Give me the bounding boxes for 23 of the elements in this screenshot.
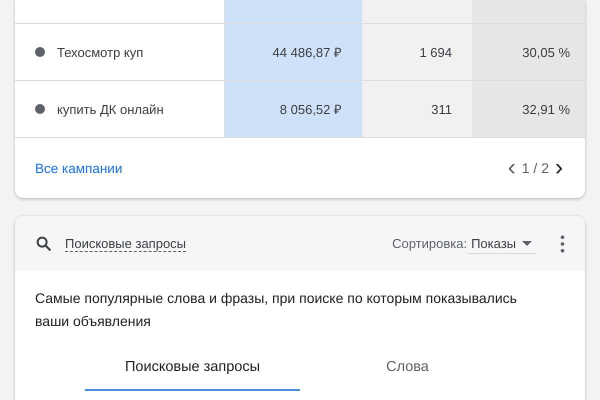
caret-icon — [522, 240, 532, 246]
page-indicator: 1 / 2 — [522, 160, 549, 176]
section-title[interactable]: Поисковые запросы — [65, 236, 186, 252]
tab[interactable]: Слова — [300, 345, 515, 391]
table-cell: 44 486,87 ₽ — [225, 24, 362, 80]
table-cell: 32,91 % — [472, 81, 585, 137]
table-cell: 1 694 — [362, 24, 472, 80]
tab[interactable]: Поисковые запросы — [85, 345, 300, 391]
description: Самые популярные слова и фразы, при поиске по которым показывались ваши объявления — [35, 289, 518, 331]
table-cell: 8 056,52 ₽ — [225, 81, 362, 137]
table-cell: 30,05 % — [472, 24, 585, 80]
campaign-name: купить ДК онлайн — [57, 102, 164, 116]
previous-page-button[interactable]: ‹ — [506, 156, 518, 180]
status-dot — [35, 47, 45, 57]
sort-dropdown[interactable]: Показы — [467, 234, 536, 254]
campaign-name: Техосмотр куп — [57, 44, 144, 60]
all-campaigns-link[interactable]: Все кампании — [35, 160, 122, 176]
table-cell: 311 — [362, 81, 472, 137]
status-dot — [35, 104, 45, 114]
search-icon — [35, 234, 53, 252]
sort-label: Сортировка: — [392, 236, 468, 251]
more-icon[interactable] — [560, 234, 565, 252]
next-page-button[interactable]: › — [553, 156, 565, 180]
